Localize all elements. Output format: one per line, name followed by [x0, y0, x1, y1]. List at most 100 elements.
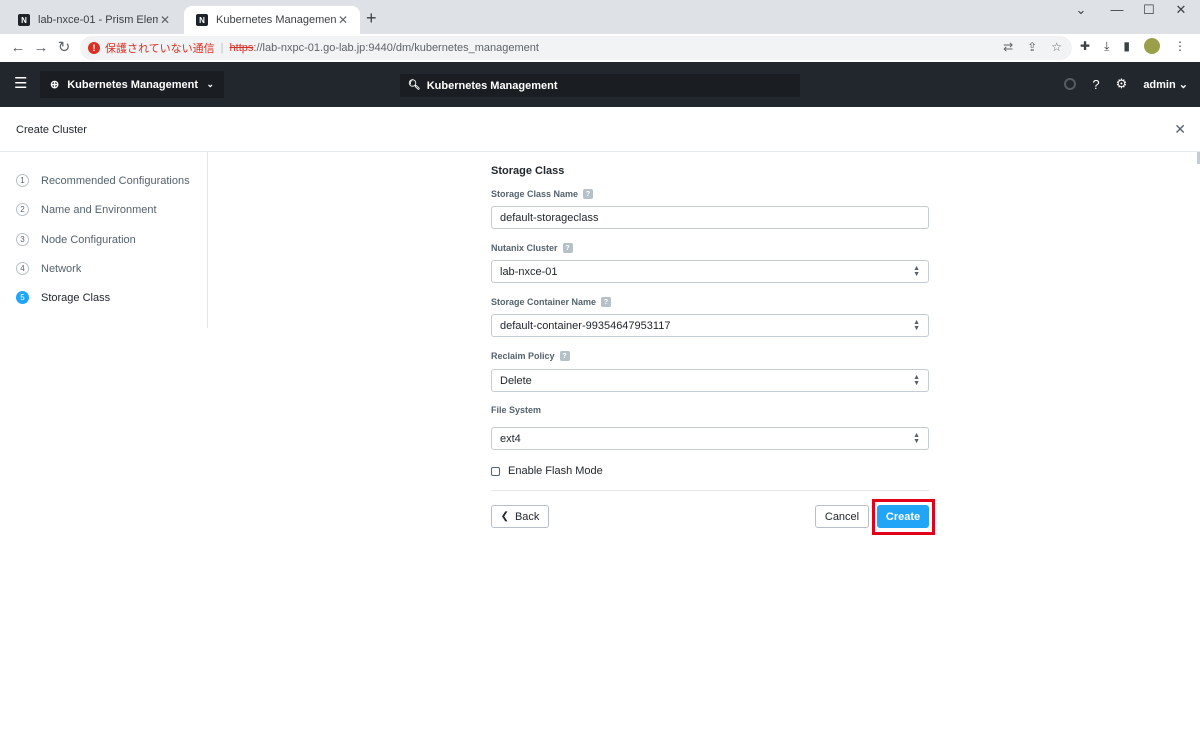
close-icon[interactable]: ✕ [336, 13, 350, 27]
extensions-puzzle-icon[interactable]: ✚ [1080, 39, 1090, 53]
create-button[interactable]: Create [877, 505, 929, 528]
step-label: Name and Environment [41, 203, 157, 216]
step-number: 3 [16, 233, 29, 246]
tab-search-chevron-icon[interactable]: ⌄ [1066, 2, 1096, 18]
back-arrow-icon[interactable]: ← [8, 38, 28, 58]
help-icon[interactable]: ? [559, 351, 570, 361]
hamburger-menu-icon[interactable]: ☰ [14, 76, 27, 92]
select-arrows-icon: ▲ ▼ [913, 373, 920, 387]
select-arrows-icon: ▲ ▼ [913, 264, 920, 278]
page-title: Create Cluster [16, 124, 87, 136]
close-icon[interactable]: ✕ [158, 13, 172, 27]
forward-arrow-icon[interactable]: → [31, 38, 51, 58]
browser-tab-prism-element[interactable]: N lab-nxce-01 - Prism Element ✕ [6, 6, 182, 34]
field-label-text: Reclaim Policy [491, 351, 555, 361]
back-button[interactable]: ❮ Back [491, 505, 549, 528]
modal-header: Create Cluster ✕ [0, 107, 1200, 152]
browser-tab-strip: N lab-nxce-01 - Prism Element ✕ N Kubern… [0, 0, 1200, 34]
step-number: 1 [16, 174, 29, 187]
back-button-label: Back [514, 510, 540, 523]
help-icon[interactable]: ? [562, 243, 573, 253]
globe-icon: ⊕ [50, 79, 60, 91]
download-icon[interactable]: ⤓ [1104, 39, 1109, 54]
side-panel-icon[interactable]: ▮ [1123, 39, 1130, 53]
search-icon: 🔍︎ [408, 80, 421, 91]
nutanix-cluster-select[interactable]: lab-nxce-01 ▲ ▼ [491, 260, 929, 283]
field-value: ext4 [500, 432, 521, 445]
help-icon[interactable]: ? [1092, 77, 1099, 92]
step-label: Storage Class [41, 291, 111, 304]
storage-class-name-label: Storage Class Name ? [491, 189, 594, 199]
step-name-and-environment[interactable]: 2 Name and Environment [16, 203, 157, 216]
step-node-configuration[interactable]: 3 Node Configuration [16, 233, 136, 246]
bookmark-star-icon[interactable]: ☆ [1051, 40, 1062, 54]
browser-tab-kubernetes-management[interactable]: N Kubernetes Management - Nutanix ✕ [184, 6, 360, 34]
url-text: ://lab-nxpc-01.go-lab.jp:9440/dm/kuberne… [253, 42, 539, 54]
security-warning[interactable]: 保護されていない通信 [105, 40, 215, 56]
nutanix-favicon-icon: N [196, 14, 208, 26]
storage-container-select[interactable]: default-container-99354647953117 ▲ ▼ [491, 314, 929, 337]
select-arrows-icon: ▲ ▼ [913, 431, 920, 445]
tab-title: Kubernetes Management - Nutanix [216, 14, 336, 26]
help-icon[interactable]: ? [583, 189, 594, 199]
url-scheme: https [229, 42, 254, 54]
field-label-text: Storage Class Name [491, 189, 579, 199]
not-secure-icon[interactable]: ! [88, 42, 100, 54]
nutanix-favicon-icon: N [18, 14, 30, 26]
help-icon[interactable]: ? [601, 297, 612, 307]
window-close-icon[interactable]: ✕ [1166, 2, 1196, 18]
reclaim-policy-select[interactable]: Delete ▲ ▼ [491, 369, 929, 392]
field-value: default-storageclass [500, 211, 599, 224]
app-selector-label: Kubernetes Management [67, 78, 199, 91]
browser-toolbar: ← → ↻ ! 保護されていない通信 | https ://lab-nxpc-0… [0, 34, 1200, 62]
field-label-text: File System [491, 405, 542, 415]
field-value: default-container-99354647953117 [500, 319, 671, 332]
field-value: Delete [500, 374, 532, 387]
app-header: ☰ ⊕ Kubernetes Management ⌄ 🔍︎ Kubernete… [0, 62, 1200, 107]
step-label: Network [41, 262, 82, 275]
file-system-select[interactable]: ext4 ▲ ▼ [491, 427, 929, 450]
form-divider [491, 490, 929, 491]
reclaim-policy-label: Reclaim Policy ? [491, 351, 570, 361]
user-name: admin [1143, 78, 1176, 91]
task-status-icon[interactable] [1064, 78, 1077, 90]
field-label-text: Storage Container Name [491, 297, 597, 307]
step-number: 5 [16, 291, 29, 304]
user-menu[interactable]: admin ⌄ [1143, 78, 1188, 91]
profile-avatar[interactable] [1143, 38, 1160, 54]
close-icon[interactable]: ✕ [1174, 121, 1186, 138]
chevron-down-icon: ⌄ [206, 79, 214, 89]
browser-menu-icon[interactable]: ⋮ [1174, 39, 1186, 53]
step-label: Node Configuration [41, 233, 136, 246]
file-system-label: File System [491, 405, 541, 415]
new-tab-icon[interactable]: + [366, 8, 377, 28]
search-value: Kubernetes Management [426, 79, 558, 92]
nutanix-cluster-label: Nutanix Cluster ? [491, 243, 573, 253]
step-recommended-configurations[interactable]: 1 Recommended Configurations [16, 174, 190, 187]
address-separator: | [220, 42, 224, 54]
section-title: Storage Class [491, 165, 565, 177]
maximize-icon[interactable]: ☐ [1134, 2, 1164, 18]
cancel-button[interactable]: Cancel [815, 505, 869, 528]
gear-icon[interactable]: ⚙ [1116, 76, 1128, 92]
wizard-steps: 1 Recommended Configurations 2 Name and … [0, 152, 208, 328]
flash-mode-label: Enable Flash Mode [508, 465, 603, 477]
step-number: 2 [16, 203, 29, 216]
tab-title: lab-nxce-01 - Prism Element [38, 14, 158, 26]
app-selector[interactable]: ⊕ Kubernetes Management ⌄ [40, 71, 224, 98]
step-number: 4 [16, 262, 29, 275]
step-storage-class[interactable]: 5 Storage Class [16, 291, 110, 304]
storage-container-name-label: Storage Container Name ? [491, 297, 612, 307]
share-icon[interactable]: ⇪ [1027, 40, 1037, 54]
step-label: Recommended Configurations [41, 174, 190, 187]
translate-icon[interactable]: ⇄ [1003, 40, 1013, 54]
address-bar[interactable]: ! 保護されていない通信 | https ://lab-nxpc-01.go-l… [80, 36, 1072, 60]
flash-mode-option[interactable]: Enable Flash Mode [491, 465, 603, 477]
storage-class-name-input[interactable]: default-storageclass [491, 206, 929, 229]
select-arrows-icon: ▲ ▼ [913, 318, 920, 332]
minimize-icon[interactable]: — [1102, 2, 1132, 17]
flash-mode-checkbox[interactable] [491, 466, 500, 476]
reload-icon[interactable]: ↻ [54, 38, 74, 58]
step-network[interactable]: 4 Network [16, 262, 81, 275]
global-search-input[interactable]: 🔍︎ Kubernetes Management [400, 74, 800, 97]
